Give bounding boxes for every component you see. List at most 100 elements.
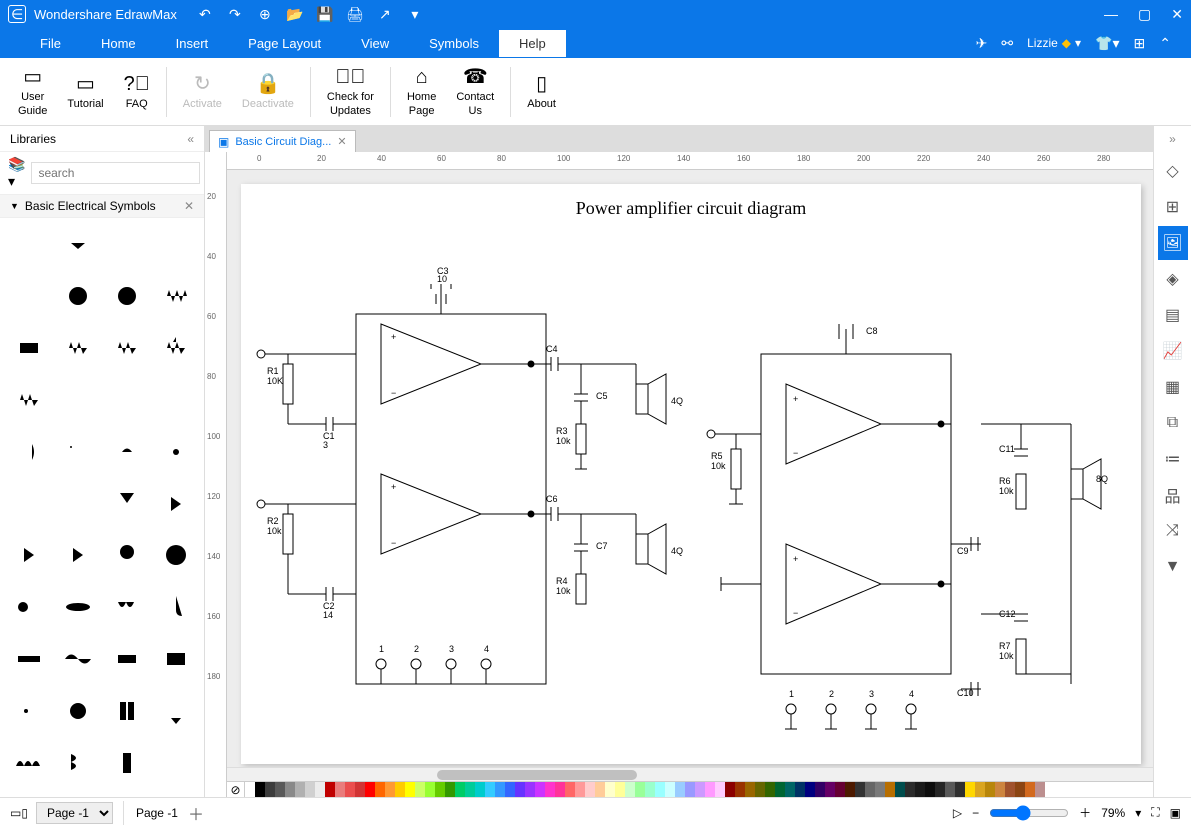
symbol-fuse[interactable] bbox=[104, 639, 149, 679]
menu-file[interactable]: File bbox=[20, 30, 81, 57]
library-icon[interactable]: 📚▾ bbox=[8, 156, 25, 190]
symbol-spring[interactable] bbox=[104, 587, 149, 627]
tool-clip[interactable]: ⧉ bbox=[1158, 406, 1188, 440]
tool-chart[interactable]: 📈 bbox=[1158, 334, 1188, 368]
symbol-varcap[interactable] bbox=[153, 380, 198, 420]
document-tab[interactable]: ▣ Basic Circuit Diag... ✕ bbox=[209, 130, 356, 152]
ribbon-check-updates[interactable]: ⬆⃝Check for Updates bbox=[319, 63, 382, 119]
color-swatch[interactable] bbox=[635, 782, 645, 797]
symbol-transformer[interactable] bbox=[104, 691, 149, 731]
symbol-battery[interactable] bbox=[6, 276, 51, 316]
color-swatch[interactable] bbox=[345, 782, 355, 797]
ribbon-home-page[interactable]: ⌂Home Page bbox=[399, 63, 444, 119]
symbol-relay[interactable] bbox=[153, 639, 198, 679]
symbol-oval[interactable] bbox=[55, 587, 100, 627]
search-input[interactable] bbox=[31, 162, 200, 184]
color-swatch[interactable] bbox=[395, 782, 405, 797]
color-swatch[interactable] bbox=[385, 782, 395, 797]
symbol-bridge[interactable] bbox=[104, 432, 149, 472]
color-swatch[interactable] bbox=[765, 782, 775, 797]
collapse-up-icon[interactable]: ⌃ bbox=[1159, 35, 1171, 52]
symbol-equipotential[interactable] bbox=[55, 224, 100, 264]
color-swatch[interactable] bbox=[665, 782, 675, 797]
color-swatch[interactable] bbox=[1005, 782, 1015, 797]
color-swatch[interactable] bbox=[365, 782, 375, 797]
color-swatch[interactable] bbox=[245, 782, 255, 797]
zoom-value[interactable]: 79% bbox=[1101, 806, 1125, 820]
color-swatch[interactable] bbox=[355, 782, 365, 797]
symbol-terminal[interactable] bbox=[6, 484, 51, 524]
zoom-in-button[interactable]: ＋ bbox=[1079, 804, 1091, 821]
page-select[interactable]: Page -1 bbox=[36, 802, 113, 824]
menu-help[interactable]: Help bbox=[499, 30, 566, 57]
symbol-varres1[interactable] bbox=[55, 328, 100, 368]
color-swatch[interactable] bbox=[695, 782, 705, 797]
color-swatch[interactable] bbox=[875, 782, 885, 797]
color-swatch[interactable] bbox=[1035, 782, 1045, 797]
add-page-button[interactable]: ＋ bbox=[188, 801, 204, 825]
color-swatch[interactable] bbox=[895, 782, 905, 797]
symbol-node[interactable] bbox=[6, 691, 51, 731]
ribbon-about[interactable]: ▯About bbox=[519, 70, 564, 113]
ribbon-contact-us[interactable]: ☎Contact Us bbox=[448, 63, 502, 119]
tool-table[interactable]: ▦ bbox=[1158, 370, 1188, 404]
color-swatch[interactable] bbox=[445, 782, 455, 797]
ribbon-faq[interactable]: ?⃝FAQ bbox=[116, 70, 158, 113]
ribbon-user-guide[interactable]: ▭User Guide bbox=[10, 63, 55, 119]
color-swatch[interactable] bbox=[825, 782, 835, 797]
zoom-slider[interactable] bbox=[989, 805, 1069, 821]
color-swatch[interactable] bbox=[655, 782, 665, 797]
color-swatch[interactable] bbox=[285, 782, 295, 797]
color-swatch[interactable] bbox=[565, 782, 575, 797]
ribbon-deactivate[interactable]: 🔒Deactivate bbox=[234, 70, 302, 113]
color-swatch[interactable] bbox=[375, 782, 385, 797]
color-swatch[interactable] bbox=[415, 782, 425, 797]
tool-present[interactable]: ▼ bbox=[1158, 550, 1188, 584]
color-swatch[interactable] bbox=[505, 782, 515, 797]
tool-style[interactable]: ◇ bbox=[1158, 154, 1188, 188]
symbol-zener[interactable]: Z bbox=[55, 691, 100, 731]
page[interactable]: Power amplifier circuit diagram +− +− bbox=[241, 184, 1141, 764]
ribbon-tutorial[interactable]: ▭Tutorial bbox=[59, 70, 111, 113]
symbol-hook[interactable] bbox=[153, 587, 198, 627]
color-swatch[interactable] bbox=[675, 782, 685, 797]
symbol-dot[interactable] bbox=[153, 432, 198, 472]
new-icon[interactable]: ⊕ bbox=[257, 6, 273, 22]
color-swatch[interactable] bbox=[325, 782, 335, 797]
color-swatch[interactable] bbox=[855, 782, 865, 797]
color-swatch[interactable] bbox=[755, 782, 765, 797]
color-swatch[interactable] bbox=[575, 782, 585, 797]
symbol-ground[interactable] bbox=[6, 224, 51, 264]
color-swatch[interactable] bbox=[845, 782, 855, 797]
symbol-resistor-zigzag[interactable] bbox=[153, 276, 198, 316]
chevron-down-icon[interactable]: ▾ bbox=[1135, 806, 1141, 820]
color-swatch[interactable] bbox=[935, 782, 945, 797]
minimize-button[interactable]: — bbox=[1104, 6, 1118, 23]
color-swatch[interactable] bbox=[545, 782, 555, 797]
color-swatch[interactable] bbox=[735, 782, 745, 797]
ribbon-activate[interactable]: ↻Activate bbox=[175, 70, 230, 113]
color-swatch[interactable] bbox=[595, 782, 605, 797]
color-swatch[interactable] bbox=[535, 782, 545, 797]
color-swatch[interactable] bbox=[275, 782, 285, 797]
color-swatch[interactable] bbox=[745, 782, 755, 797]
no-color-icon[interactable]: ⊘ bbox=[227, 782, 245, 797]
symbol-antenna2[interactable] bbox=[104, 484, 149, 524]
symbol-varres2[interactable] bbox=[104, 328, 149, 368]
symbol-switch[interactable] bbox=[153, 743, 198, 783]
symbol-core[interactable] bbox=[104, 743, 149, 783]
page-layout-icon[interactable]: ▭▯ bbox=[10, 806, 28, 820]
tool-layers[interactable]: ◈ bbox=[1158, 262, 1188, 296]
color-swatch[interactable] bbox=[625, 782, 635, 797]
color-swatch[interactable] bbox=[955, 782, 965, 797]
symbol-inductor[interactable] bbox=[6, 743, 51, 783]
play-icon[interactable]: ▷ bbox=[953, 806, 962, 820]
color-swatch[interactable] bbox=[725, 782, 735, 797]
tool-tree[interactable]: 品 bbox=[1158, 478, 1188, 512]
collapse-left-icon[interactable]: « bbox=[187, 132, 194, 146]
color-swatch[interactable] bbox=[1025, 782, 1035, 797]
share-icon[interactable]: ⚯ bbox=[1001, 35, 1013, 52]
symbol-voltmeter[interactable] bbox=[104, 276, 149, 316]
color-swatch[interactable] bbox=[305, 782, 315, 797]
color-swatch[interactable] bbox=[425, 782, 435, 797]
